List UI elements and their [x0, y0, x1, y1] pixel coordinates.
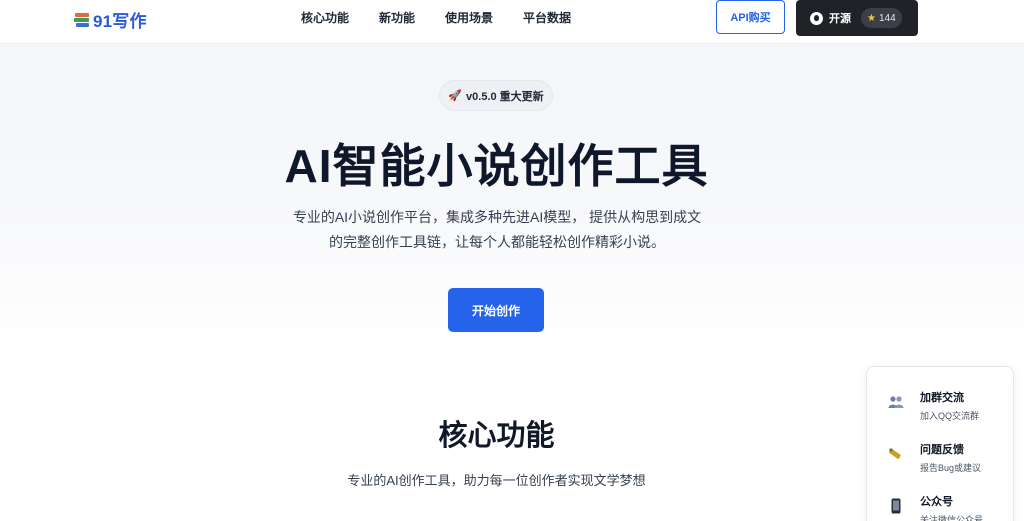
join-group-desc: 加入QQ交流群: [920, 411, 980, 421]
feedback-icon: [888, 446, 904, 462]
feedback-title: 问题反馈: [920, 444, 964, 456]
feedback-desc: 报告Bug或建议: [920, 463, 982, 473]
feedback-item[interactable]: 问题反馈 报告Bug或建议: [867, 436, 1015, 476]
main-nav: 核心功能 新功能 使用场景 平台数据: [301, 0, 601, 34]
start-creating-button[interactable]: 开始创作: [448, 288, 544, 332]
github-open-source-button[interactable]: 开源 ★ 144: [796, 0, 918, 36]
join-group-title: 加群交流: [920, 392, 964, 404]
phone-icon: [888, 498, 904, 514]
top-header: 91写作 核心功能 新功能 使用场景 平台数据 API购买 开源 ★ 144: [0, 0, 1024, 44]
nav-platform-data[interactable]: 平台数据: [523, 9, 571, 26]
floating-contact-panel: 加群交流 加入QQ交流群 问题反馈 报告Bug或建议 公众号 关注微信公众号: [866, 366, 1014, 521]
wechat-account-desc: 关注微信公众号: [920, 515, 984, 521]
star-count: 144: [878, 12, 896, 24]
join-group-item[interactable]: 加群交流 加入QQ交流群: [867, 384, 1015, 424]
nav-new-features[interactable]: 新功能: [379, 9, 415, 26]
api-purchase-button[interactable]: API购买: [716, 0, 785, 34]
star-icon: ★: [867, 12, 876, 24]
logo-text: 91写作: [93, 12, 147, 31]
hero-subtitle-line-1: 专业的AI小说创作平台，集成多种先进AI模型， 提供从构思到成文: [292, 209, 702, 225]
features-section-subtitle: 专业的AI创作工具，助力每一位创作者实现文学梦想: [347, 473, 646, 488]
hero-subtitle: 专业的AI小说创作平台，集成多种先进AI模型， 提供从构思到成文 的完整创作工具…: [272, 205, 722, 255]
people-icon: [888, 394, 904, 410]
rocket-icon: 🚀: [448, 90, 463, 102]
features-section-title: 核心功能: [438, 420, 555, 452]
version-text: v0.5.0 重大更新: [466, 90, 544, 103]
version-badge: 🚀 v0.5.0 重大更新: [439, 80, 553, 111]
wechat-account-title: 公众号: [920, 496, 953, 508]
star-count-badge: ★ 144: [861, 8, 902, 28]
nav-use-cases[interactable]: 使用场景: [445, 9, 493, 26]
wechat-account-item[interactable]: 公众号 关注微信公众号: [867, 488, 1015, 521]
site-logo[interactable]: 91写作: [74, 7, 147, 32]
books-icon: [74, 11, 90, 29]
hero-title: AI智能小说创作工具: [284, 140, 709, 192]
hero-subtitle-line-2: 的完整创作工具链，让每个人都能轻松创作精彩小说。: [329, 234, 665, 250]
github-button-label: 开源: [829, 13, 851, 25]
github-icon: [810, 11, 823, 25]
nav-core-features[interactable]: 核心功能: [301, 9, 349, 26]
